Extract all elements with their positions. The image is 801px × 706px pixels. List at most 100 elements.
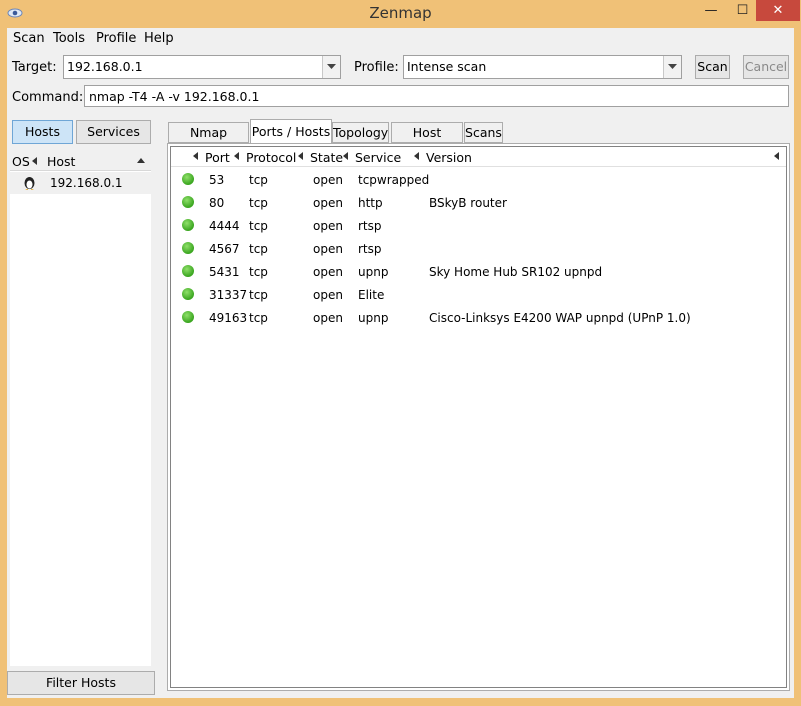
green-dot-icon	[182, 265, 194, 277]
version-cell: BSkyB router	[429, 196, 507, 210]
port-cell: 53	[209, 173, 225, 187]
command-value: nmap -T4 -A -v 192.168.0.1	[89, 89, 260, 104]
state-cell: open	[313, 288, 343, 302]
target-value: 192.168.0.1	[67, 59, 143, 74]
port-column-header[interactable]: Port	[205, 150, 230, 165]
table-row[interactable]: 53 tcp open tcpwrapped	[171, 168, 786, 191]
green-dot-icon	[182, 173, 194, 185]
protocol-cell: tcp	[249, 311, 268, 325]
profile-label: Profile:	[354, 60, 399, 75]
scan-button[interactable]: Scan	[695, 55, 730, 79]
table-row[interactable]: 80 tcp open http BSkyB router	[171, 191, 786, 214]
host-column-header[interactable]: Host	[47, 154, 75, 169]
port-cell: 49163	[209, 311, 248, 325]
column-resize-icon	[774, 152, 779, 160]
state-cell: open	[313, 311, 343, 325]
host-list-header: OS Host	[10, 152, 151, 171]
protocol-cell: tcp	[249, 288, 268, 302]
service-cell: upnp	[358, 311, 389, 325]
tab-nmap-output[interactable]: Nmap Output	[168, 122, 249, 159]
green-dot-icon	[182, 288, 194, 300]
service-cell: Elite	[358, 288, 385, 302]
cancel-button[interactable]: Cancel	[743, 55, 789, 79]
maximize-button[interactable]: ☐	[729, 0, 756, 21]
table-row[interactable]: 4444 tcp open rtsp	[171, 214, 786, 237]
tab-host-details[interactable]: Host Details	[391, 122, 463, 159]
close-button[interactable]: ✕	[756, 0, 800, 21]
table-row[interactable]: 49163 tcp open upnp Cisco-Linksys E4200 …	[171, 306, 786, 329]
service-column-header[interactable]: Service	[355, 150, 401, 165]
protocol-column-header[interactable]: Protocol	[246, 150, 296, 165]
service-cell: upnp	[358, 265, 389, 279]
chevron-down-icon	[327, 64, 336, 69]
column-resize-icon	[298, 152, 303, 160]
protocol-cell: tcp	[249, 265, 268, 279]
command-field[interactable]: nmap -T4 -A -v 192.168.0.1	[84, 85, 789, 107]
green-dot-icon	[182, 219, 194, 231]
tab-ports-hosts[interactable]: Ports / Hosts	[250, 119, 332, 144]
zenmap-window: Zenmap — ☐ ✕ Scan Tools Profile Help Tar…	[0, 0, 801, 706]
target-dropdown-arrow[interactable]	[322, 56, 340, 78]
port-cell: 4444	[209, 219, 240, 233]
ports-table-header: Port Protocol State Service Version	[171, 147, 786, 167]
filter-hosts-button[interactable]: Filter Hosts	[7, 671, 155, 695]
state-cell: open	[313, 265, 343, 279]
service-cell: rtsp	[358, 242, 382, 256]
protocol-cell: tcp	[249, 219, 268, 233]
port-cell: 5431	[209, 265, 240, 279]
version-column-header[interactable]: Version	[426, 150, 472, 165]
port-cell: 31337	[209, 288, 248, 302]
window-title: Zenmap	[369, 4, 432, 22]
profile-dropdown-arrow[interactable]	[663, 56, 681, 78]
green-dot-icon	[182, 311, 194, 323]
state-column-header[interactable]: State	[310, 150, 343, 165]
version-cell: Sky Home Hub SR102 upnpd	[429, 265, 603, 279]
column-resize-icon	[414, 152, 419, 160]
tab-topology[interactable]: Topology	[332, 122, 389, 143]
target-combo[interactable]: 192.168.0.1	[63, 55, 341, 79]
port-cell: 4567	[209, 242, 240, 256]
ports-hosts-panel: Port Protocol State Service Version 53 t…	[167, 143, 790, 691]
title-bar: Zenmap — ☐ ✕	[0, 0, 801, 28]
menu-scan[interactable]: Scan	[13, 31, 45, 46]
service-cell: rtsp	[358, 219, 382, 233]
menu-profile[interactable]: Profile	[96, 31, 136, 46]
services-toggle-button[interactable]: Services	[76, 120, 151, 144]
protocol-cell: tcp	[249, 196, 268, 210]
version-cell: Cisco-Linksys E4200 WAP upnpd (UPnP 1.0)	[429, 311, 691, 325]
host-list: OS Host 192.168.0.1	[10, 152, 151, 666]
table-row[interactable]: 5431 tcp open upnp Sky Home Hub SR102 up…	[171, 260, 786, 283]
command-label: Command:	[12, 90, 84, 105]
column-resize-icon	[32, 157, 37, 165]
chevron-down-icon	[668, 64, 677, 69]
port-cell: 80	[209, 196, 225, 210]
state-cell: open	[313, 173, 343, 187]
linux-penguin-icon	[24, 177, 35, 190]
green-dot-icon	[182, 196, 194, 208]
service-cell: http	[358, 196, 383, 210]
menu-tools[interactable]: Tools	[53, 31, 85, 46]
column-resize-icon	[343, 152, 348, 160]
profile-combo[interactable]: Intense scan	[403, 55, 682, 79]
hosts-toggle-button[interactable]: Hosts	[12, 120, 73, 144]
host-list-item[interactable]: 192.168.0.1	[10, 172, 151, 194]
ports-table: Port Protocol State Service Version 53 t…	[170, 146, 787, 688]
target-label: Target:	[12, 60, 57, 75]
state-cell: open	[313, 196, 343, 210]
service-cell: tcpwrapped	[358, 173, 430, 187]
client-area: Scan Tools Profile Help Target: 192.168.…	[7, 28, 794, 698]
minimize-button[interactable]: —	[693, 0, 729, 21]
host-ip: 192.168.0.1	[50, 176, 123, 190]
green-dot-icon	[182, 242, 194, 254]
os-column-header[interactable]: OS	[12, 154, 30, 169]
sort-ascending-icon	[137, 158, 145, 163]
protocol-cell: tcp	[249, 173, 268, 187]
table-row[interactable]: 4567 tcp open rtsp	[171, 237, 786, 260]
menu-bar: Scan Tools Profile Help	[7, 28, 794, 50]
menu-help[interactable]: Help	[144, 31, 174, 46]
profile-value: Intense scan	[407, 59, 487, 74]
protocol-cell: tcp	[249, 242, 268, 256]
table-row[interactable]: 31337 tcp open Elite	[171, 283, 786, 306]
state-cell: open	[313, 219, 343, 233]
tab-scans[interactable]: Scans	[464, 122, 503, 143]
